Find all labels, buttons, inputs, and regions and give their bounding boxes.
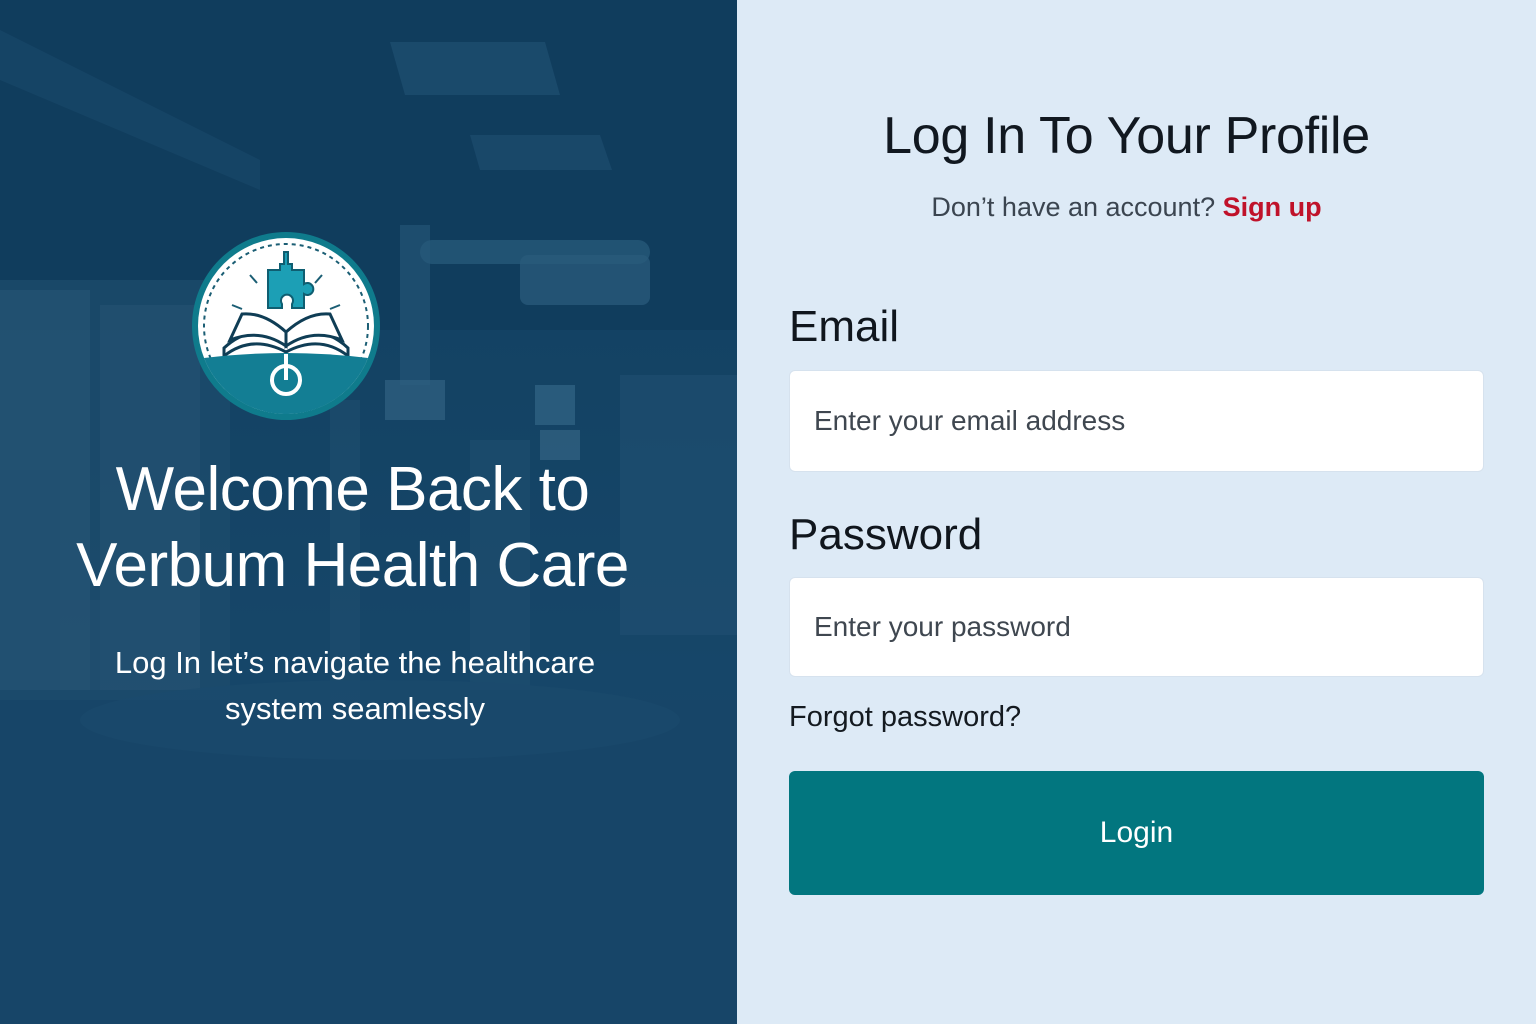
- hero-subtitle-line1: Log In let’s navigate the healthcare: [114, 645, 596, 680]
- hero-panel: Welcome Back to Verbum Health Care Log I…: [0, 0, 737, 1024]
- email-input[interactable]: [789, 370, 1484, 472]
- verbum-logo-icon: [192, 232, 380, 420]
- hero-title: Welcome Back to Verbum Health Care: [40, 452, 665, 604]
- email-label: Email: [789, 302, 900, 351]
- password-label: Password: [789, 510, 983, 559]
- hero-title-line2: Verbum Health Care: [76, 531, 629, 600]
- signup-prompt: Don’t have an account? Sign up: [737, 192, 1516, 223]
- page-title: Log In To Your Profile: [883, 107, 1370, 165]
- password-input[interactable]: [789, 577, 1484, 677]
- hero-subtitle: Log In let’s navigate the healthcare sys…: [70, 640, 640, 732]
- hero-title-line1: Welcome Back to: [115, 455, 590, 524]
- hero-subtitle-line2: system seamlessly: [224, 691, 486, 726]
- forgot-password-link[interactable]: Forgot password?: [789, 701, 1021, 734]
- login-button[interactable]: Login: [789, 771, 1484, 895]
- login-form-panel: Log In To Your Profile Don’t have an acc…: [737, 0, 1536, 1024]
- signup-link[interactable]: Sign up: [1223, 192, 1322, 222]
- signup-prompt-text: Don’t have an account?: [931, 192, 1216, 222]
